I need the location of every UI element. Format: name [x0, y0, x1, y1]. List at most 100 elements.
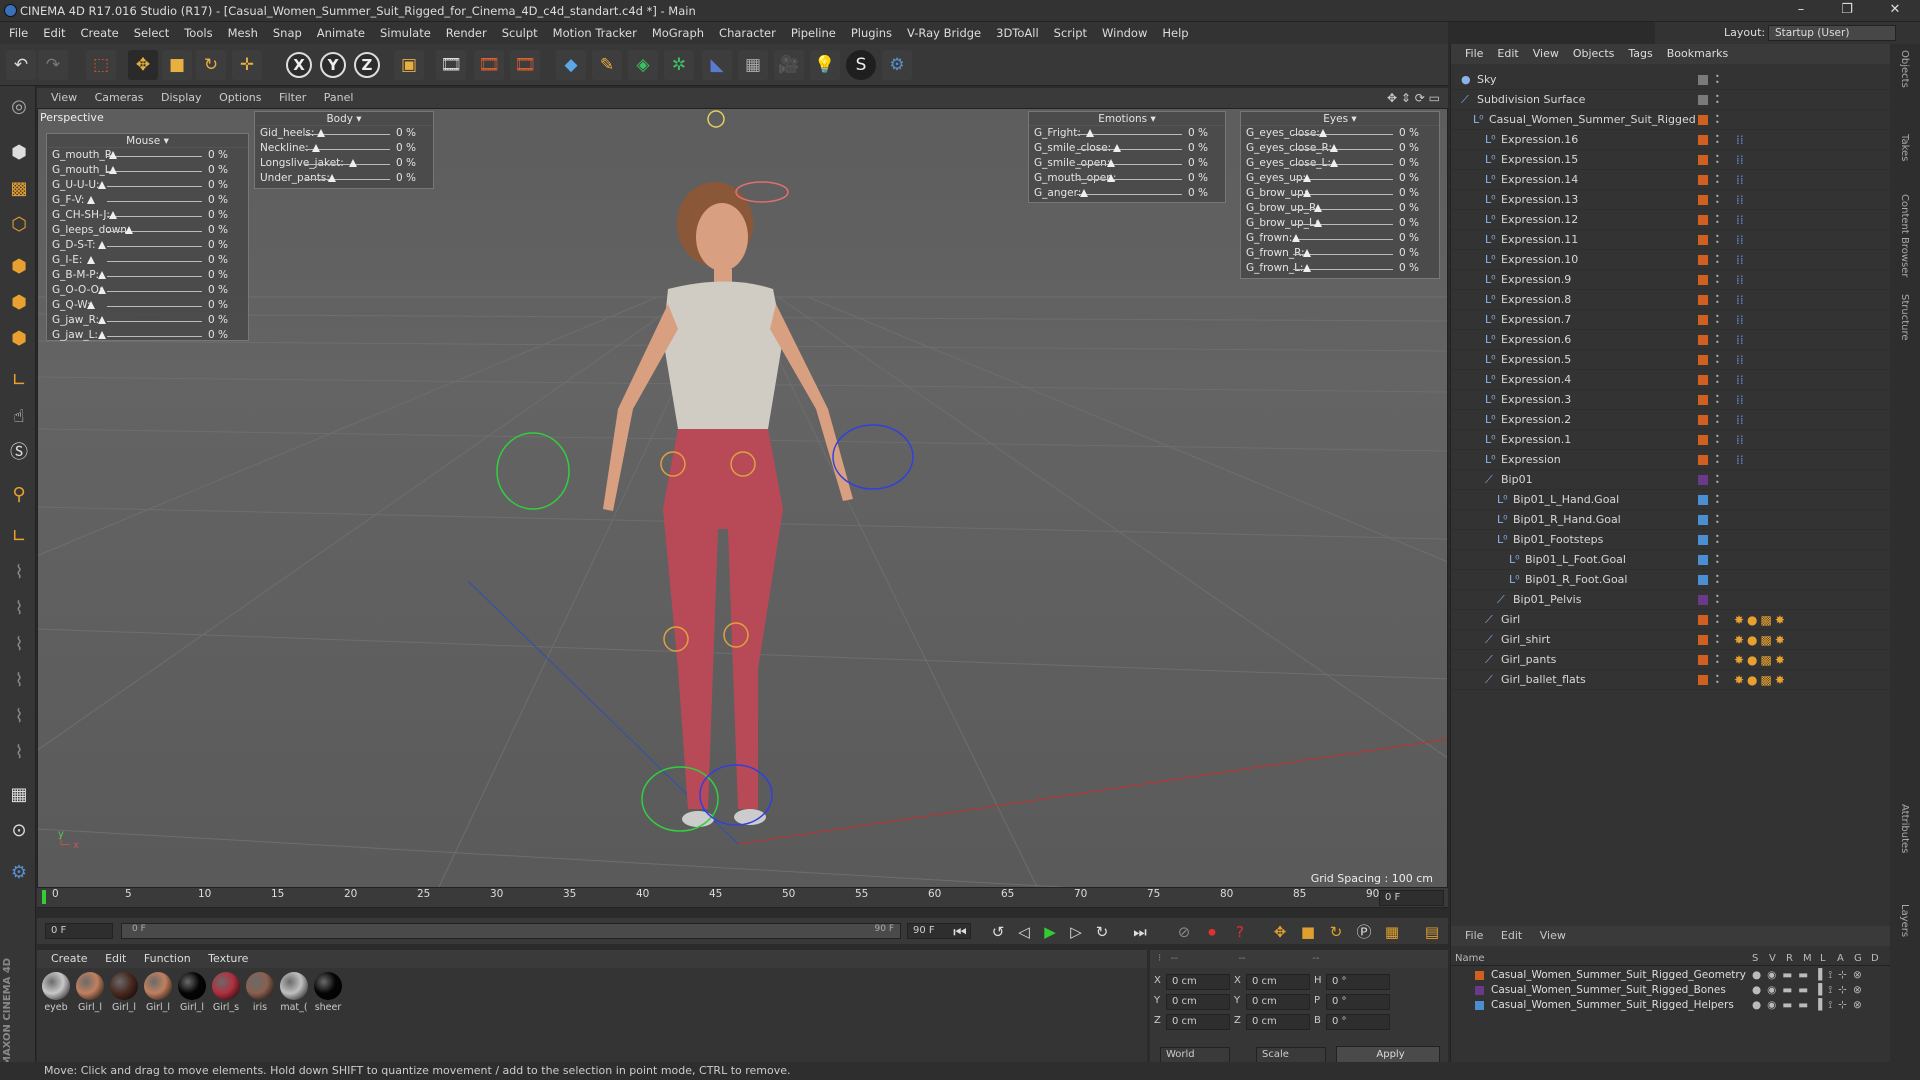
- object-row[interactable]: L⁰ Bip01_L_Foot.Goal • •: [1451, 550, 1891, 570]
- layer-row[interactable]: Casual_Women_Summer_Suit_Rigged_Geometry…: [1451, 968, 1891, 983]
- object-row[interactable]: L⁰ Bip01_L_Hand.Goal • •: [1451, 490, 1891, 510]
- object-row[interactable]: L⁰ Expression.16 • • ⁞⁞: [1451, 130, 1891, 150]
- object-menu-objects[interactable]: Objects: [1573, 47, 1615, 60]
- object-row[interactable]: L⁰ Bip01_Footsteps • •: [1451, 530, 1891, 550]
- material-menu-texture[interactable]: Texture: [208, 952, 248, 965]
- undo-icon[interactable]: ↶: [6, 50, 36, 80]
- visibility-dots[interactable]: • •: [1715, 513, 1720, 527]
- goto-end-icon[interactable]: ⏭: [1129, 921, 1151, 943]
- hud-slider-handle[interactable]: [1107, 174, 1116, 182]
- visibility-dots[interactable]: • •: [1715, 473, 1720, 487]
- hud-slider-row[interactable]: G_Q-W: 0 %: [47, 298, 248, 313]
- hud-slider-row[interactable]: G_U-U-U: 0 %: [47, 178, 248, 193]
- magnet-icon[interactable]: ⊙: [4, 816, 34, 846]
- next-frame-icon[interactable]: ▷: [1065, 921, 1087, 943]
- hud-slider-handle[interactable]: [1303, 174, 1311, 182]
- menu-animate[interactable]: Animate: [308, 22, 371, 44]
- coord-value-field[interactable]: 0 cm: [1246, 1014, 1310, 1030]
- hud-slider-row[interactable]: G_jaw_R: 0 %: [47, 313, 248, 328]
- object-row[interactable]: L⁰ Expression.9 • • ⁞⁞: [1451, 270, 1891, 290]
- hud-slider-handle[interactable]: [311, 144, 320, 152]
- coord-value-field[interactable]: 0 cm: [1166, 1014, 1230, 1030]
- hud-slider-row[interactable]: Gid_heels: 0 %: [255, 126, 433, 141]
- object-row[interactable]: L⁰ Expression.1 • • ⁞⁞: [1451, 430, 1891, 450]
- camera-icon[interactable]: 🎥: [774, 50, 804, 80]
- z-axis-lock-button[interactable]: Z: [354, 52, 380, 78]
- object-row[interactable]: L⁰ Expression.8 • • ⁞⁞: [1451, 290, 1891, 310]
- object-row[interactable]: L⁰ Expression.13 • • ⁞⁞: [1451, 190, 1891, 210]
- visibility-dots[interactable]: • •: [1715, 333, 1720, 347]
- hud-slider-handle[interactable]: [125, 226, 134, 234]
- playhead-marker[interactable]: [42, 890, 46, 904]
- menu-mograph[interactable]: MoGraph: [643, 22, 710, 44]
- texture-mode-icon[interactable]: ▩: [4, 174, 34, 204]
- object-name[interactable]: Expression.11: [1501, 230, 1578, 250]
- hud-slider-row[interactable]: G_smile_close: 0 %: [1029, 141, 1225, 156]
- hud-slider-handle[interactable]: [1107, 159, 1116, 167]
- position-key-icon[interactable]: ✥: [1269, 921, 1291, 943]
- coordinate-system-icon[interactable]: ▣: [394, 50, 424, 80]
- object-row[interactable]: L⁰ Bip01_R_Foot.Goal • •: [1451, 570, 1891, 590]
- object-name[interactable]: Sky: [1477, 70, 1496, 90]
- paint-weights-icon[interactable]: ⌇: [4, 594, 34, 624]
- menu-simulate[interactable]: Simulate: [371, 22, 437, 44]
- hud-slider-row[interactable]: G_CH-SH-J: 0 %: [47, 208, 248, 223]
- material-swatch[interactable]: Girl_s: [211, 972, 241, 1013]
- material-swatch[interactable]: Girl_l: [109, 972, 139, 1013]
- object-row[interactable]: L⁰ Expression.4 • • ⁞⁞: [1451, 370, 1891, 390]
- menu-render[interactable]: Render: [437, 22, 493, 44]
- menu-select[interactable]: Select: [125, 22, 175, 44]
- material-swatch[interactable]: Girl_l: [177, 972, 207, 1013]
- render-settings-icon[interactable]: 🎞: [510, 50, 540, 80]
- object-name[interactable]: Girl_ballet_flats: [1501, 670, 1586, 690]
- character-model[interactable]: [603, 182, 853, 827]
- points-mode-icon[interactable]: ⬢: [4, 252, 34, 282]
- material-swatch[interactable]: Girl_l: [143, 972, 173, 1013]
- layer-toggles-icon[interactable]: ●◉▬▬▐⟟⊹⊗: [1752, 968, 1868, 983]
- menu-window[interactable]: Window: [1093, 22, 1153, 44]
- object-name[interactable]: Expression.16: [1501, 130, 1578, 150]
- autokey-icon[interactable]: ⏺: [1201, 921, 1223, 943]
- spline-pen-icon[interactable]: ✎: [592, 50, 622, 80]
- hud-slider-row[interactable]: G_D-S-T: 0 %: [47, 238, 248, 253]
- hud-slider-row[interactable]: G_mouth_R: 0 %: [47, 148, 248, 163]
- layer-name[interactable]: Casual_Women_Summer_Suit_Rigged_Bones: [1491, 983, 1726, 998]
- live-selection-icon[interactable]: ⬚: [86, 50, 116, 80]
- object-name[interactable]: Expression.9: [1501, 270, 1571, 290]
- object-row[interactable]: L⁰ Expression.15 • • ⁞⁞: [1451, 150, 1891, 170]
- joint-align-icon[interactable]: ⌇: [4, 702, 34, 732]
- object-name[interactable]: Expression.6: [1501, 330, 1571, 350]
- menu-mesh[interactable]: Mesh: [219, 22, 264, 44]
- object-name[interactable]: Expression.15: [1501, 150, 1578, 170]
- menu-3dtoall[interactable]: 3DToAll: [987, 22, 1045, 44]
- hud-slider-row[interactable]: Longslive_jaket: 0 %: [255, 156, 433, 171]
- object-row[interactable]: L⁰ Bip01_R_Hand.Goal • •: [1451, 510, 1891, 530]
- floor-icon[interactable]: ▦: [738, 50, 768, 80]
- record-keys-icon[interactable]: ⊘: [1173, 921, 1195, 943]
- visibility-dots[interactable]: • •: [1715, 253, 1720, 267]
- deformer-icon[interactable]: ◣: [702, 50, 732, 80]
- subdivision-surface-icon[interactable]: ◈: [628, 50, 658, 80]
- mirror-icon[interactable]: ⌇: [4, 666, 34, 696]
- coord-system-dropdown[interactable]: World: [1160, 1047, 1230, 1063]
- hud-slider-row[interactable]: Under_pants: 0 %: [255, 171, 433, 186]
- menu-help[interactable]: Help: [1153, 22, 1194, 44]
- menu-plugins[interactable]: Plugins: [842, 22, 898, 44]
- timeline-ruler[interactable]: 0 F 0 5 10 15 20 25 30 35 40 45 50 55 60 65 70 75 80 85 90: [37, 888, 1448, 908]
- object-name[interactable]: Bip01_Pelvis: [1513, 590, 1581, 610]
- hud-slider-handle[interactable]: [109, 151, 117, 159]
- hud-slider-handle[interactable]: [1319, 129, 1328, 137]
- hud-slider-handle[interactable]: [1330, 159, 1338, 167]
- layer-toggles-icon[interactable]: ●◉▬▬▐⟟⊹⊗: [1752, 998, 1868, 1013]
- start-frame-field[interactable]: 0 F: [45, 923, 113, 939]
- viewport-menu-display[interactable]: Display: [161, 91, 202, 104]
- object-name[interactable]: Expression.12: [1501, 210, 1578, 230]
- material-swatch[interactable]: mat_(: [279, 972, 309, 1013]
- polygons-mode-icon[interactable]: ⬢: [4, 324, 34, 354]
- object-name[interactable]: Expression: [1501, 450, 1561, 470]
- menu-pipeline[interactable]: Pipeline: [782, 22, 842, 44]
- visibility-dots[interactable]: • •: [1715, 313, 1720, 327]
- object-row[interactable]: ⟋ Girl_shirt • • ✸●▩✸: [1451, 630, 1891, 650]
- hud-slider-handle[interactable]: [1292, 234, 1301, 242]
- right-tab-content-browser[interactable]: Content Browser: [1899, 194, 1910, 277]
